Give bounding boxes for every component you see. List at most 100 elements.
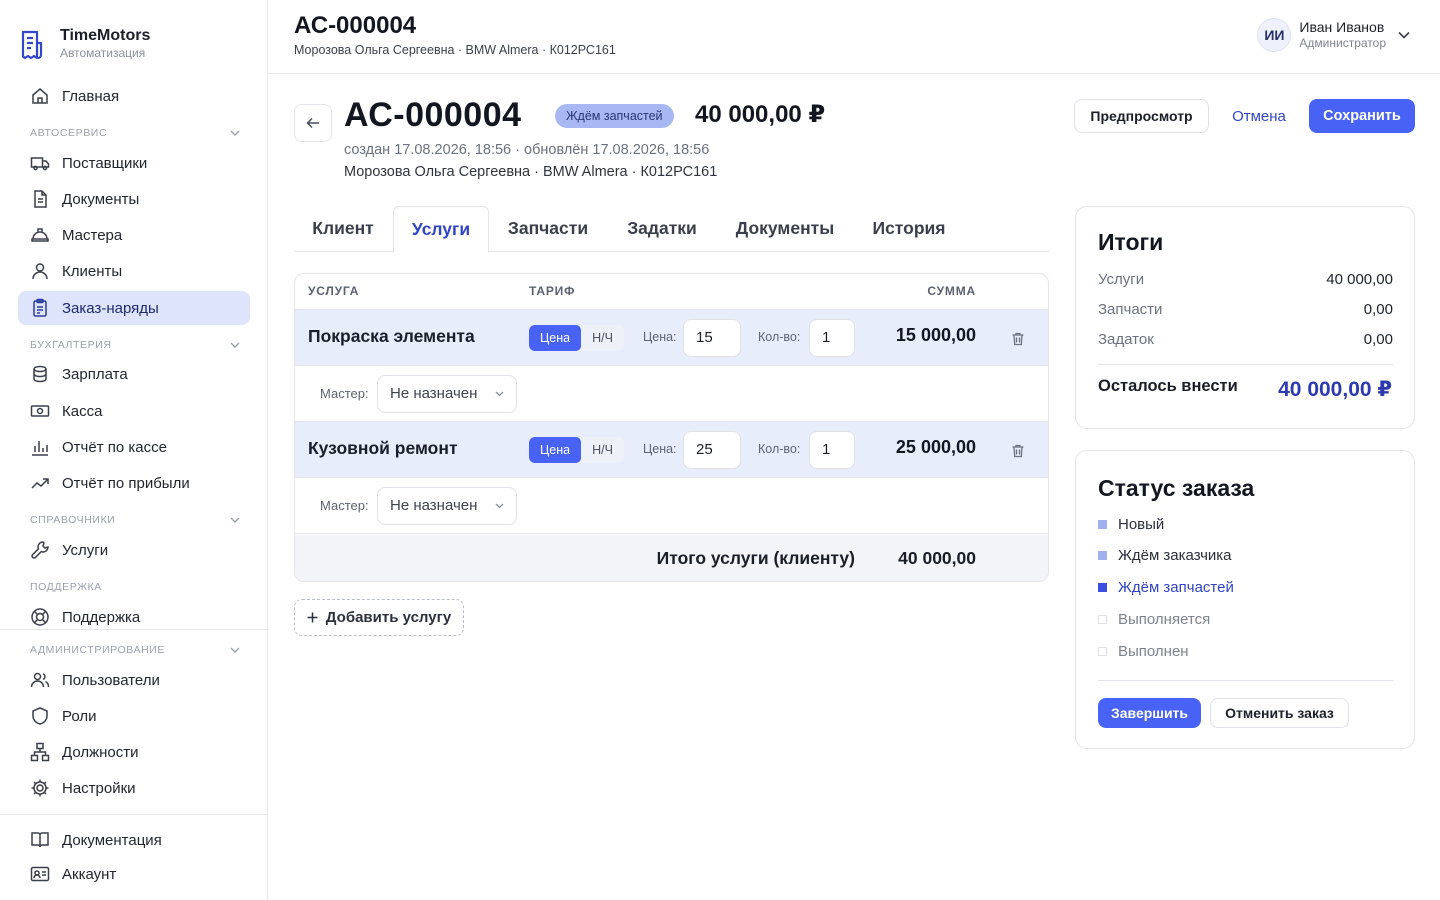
sidebar-item-salary[interactable]: Зарплата	[18, 357, 250, 391]
user-menu[interactable]: ИИ Иван Иванов Администратор	[1257, 18, 1410, 52]
status-step[interactable]: Выполнен	[1098, 643, 1189, 660]
add-service-button[interactable]: Добавить услугу	[294, 599, 464, 636]
sidebar-item-documents[interactable]: Документы	[18, 182, 250, 216]
qty-input[interactable]: 1	[809, 431, 855, 469]
price-input[interactable]: 15	[683, 319, 741, 357]
sidebar-item-orders[interactable]: Заказ-наряды	[18, 291, 250, 325]
status-step[interactable]: Новый	[1098, 516, 1164, 533]
sidebar-item-label: Поддержка	[62, 608, 141, 626]
tariff-option-hours[interactable]: Н/Ч	[581, 325, 624, 351]
tab-parts[interactable]: Запчасти	[490, 206, 606, 252]
sidebar-item-positions[interactable]: Должности	[18, 735, 250, 769]
trash-icon[interactable]	[1010, 443, 1026, 459]
sidebar-item-profit-report[interactable]: Отчёт по прибыли	[18, 466, 250, 500]
status-step[interactable]: Ждём заказчика	[1098, 547, 1232, 564]
user-name: Иван Иванов	[1299, 19, 1385, 35]
tariff-option-price[interactable]: Цена	[529, 325, 582, 351]
sidebar-item-home[interactable]: Главная	[18, 79, 250, 113]
section-autoservice[interactable]: АВТОСЕРВИС	[30, 127, 240, 139]
chevron-down-icon	[230, 130, 240, 136]
sidebar-item-label: Должности	[62, 743, 139, 761]
lifebuoy-icon	[30, 607, 50, 627]
tab-deposits[interactable]: Задатки	[608, 206, 716, 252]
sidebar-item-roles[interactable]: Роли	[18, 699, 250, 733]
preview-button[interactable]: Предпросмотр	[1074, 99, 1209, 133]
tab-documents[interactable]: Документы	[718, 206, 852, 252]
master-select[interactable]: Не назначен	[377, 375, 517, 413]
sidebar-item-users[interactable]: Пользователи	[18, 663, 250, 697]
master-value: Не назначен	[390, 497, 478, 514]
qty-input[interactable]: 1	[809, 319, 855, 357]
bar-chart-icon	[30, 437, 50, 457]
wrench-icon	[30, 540, 50, 560]
table-header: УСЛУГА ТАРИФ СУММА	[295, 274, 1048, 310]
sidebar-item-account[interactable]: Аккаунт	[18, 857, 250, 891]
user-role: Администратор	[1299, 36, 1386, 50]
brand-name: TimeMotors	[60, 27, 151, 44]
table-row: Покраска элемента Цена Н/Ч Цена: 15 Кол-…	[295, 310, 1048, 366]
section-admin[interactable]: АДМИНИСТРИРОВАНИЕ	[30, 644, 240, 656]
service-name: Покраска элемента	[308, 326, 475, 346]
sidebar-item-cash[interactable]: Касса	[18, 394, 250, 428]
remaining-label: Осталось внести	[1098, 377, 1238, 395]
cancel-button[interactable]: Отмена	[1222, 99, 1296, 133]
chevron-down-icon	[495, 376, 504, 412]
app-root: TimeMotors Автоматизация Главная АВТОСЕР…	[0, 0, 1440, 900]
totals-value: 0,00	[1363, 301, 1393, 318]
sidebar-item-services[interactable]: Услуги	[18, 533, 250, 567]
master-row: Мастер: Не назначен	[295, 366, 1048, 422]
sidebar-item-label: Роли	[62, 707, 97, 725]
status-marker	[1098, 583, 1107, 592]
sidebar: TimeMotors Автоматизация Главная АВТОСЕР…	[0, 0, 268, 900]
sidebar-item-label: Поставщики	[62, 154, 148, 172]
chevron-down-icon[interactable]	[1398, 31, 1410, 39]
tab-client[interactable]: Клиент	[294, 206, 392, 252]
sidebar-item-label: Заказ-наряды	[62, 299, 159, 317]
topbar: АС-000004 Морозова Ольга Сергеевна · BMW…	[268, 0, 1440, 74]
shield-icon	[30, 706, 50, 726]
sidebar-item-clients[interactable]: Клиенты	[18, 254, 250, 288]
section-references[interactable]: СПРАВОЧНИКИ	[30, 514, 240, 526]
status-step[interactable]: Ждём запчастей	[1098, 579, 1234, 596]
sidebar-item-label: Отчёт по кассе	[62, 438, 167, 456]
row-sum: 15 000,00	[895, 325, 976, 345]
tariff-option-hours[interactable]: Н/Ч	[581, 437, 624, 463]
status-marker	[1098, 647, 1107, 656]
master-select[interactable]: Не назначен	[377, 487, 517, 525]
price-input[interactable]: 25	[683, 431, 741, 469]
finish-button[interactable]: Завершить	[1098, 698, 1201, 728]
brand[interactable]: TimeMotors Автоматизация	[18, 26, 150, 61]
status-step[interactable]: Выполняется	[1098, 611, 1210, 628]
table-footer: Итого услуги (клиенту) 40 000,00	[295, 535, 1048, 581]
sidebar-item-label: Услуги	[62, 541, 109, 559]
trash-icon[interactable]	[1010, 331, 1026, 347]
column-header-service: УСЛУГА	[308, 284, 360, 298]
sidebar-item-docs[interactable]: Документация	[18, 823, 250, 857]
order-id: АС-000004	[344, 96, 522, 134]
tab-services[interactable]: Услуги	[393, 206, 489, 253]
sidebar-item-cash-report[interactable]: Отчёт по кассе	[18, 430, 250, 464]
helmet-icon	[30, 225, 50, 245]
cancel-order-button[interactable]: Отменить заказ	[1210, 698, 1349, 728]
sidebar-item-settings[interactable]: Настройки	[18, 771, 250, 805]
org-chart-icon	[30, 742, 50, 762]
sidebar-item-masters[interactable]: Мастера	[18, 218, 250, 252]
save-button[interactable]: Сохранить	[1309, 99, 1415, 133]
id-card-icon	[30, 864, 50, 884]
sidebar-item-label: Документация	[62, 831, 162, 849]
page-title: АС-000004	[294, 12, 417, 39]
sidebar-item-suppliers[interactable]: Поставщики	[18, 146, 250, 180]
clipboard-icon	[30, 298, 50, 318]
section-accounting[interactable]: БУХГАЛТЕРИЯ	[30, 339, 240, 351]
sidebar-item-label: Касса	[62, 402, 103, 420]
master-label: Мастер:	[320, 386, 369, 401]
services-total-label: Итого услуги (клиенту)	[656, 548, 855, 568]
totals-label: Услуги	[1098, 271, 1145, 288]
tariff-option-price[interactable]: Цена	[529, 437, 582, 463]
tab-history[interactable]: История	[854, 206, 964, 252]
back-button[interactable]	[294, 104, 332, 142]
sidebar-item-label: Клиенты	[62, 262, 123, 280]
table-row: Кузовной ремонт Цена Н/Ч Цена: 25 Кол-во…	[295, 422, 1048, 478]
brand-subtitle: Автоматизация	[60, 46, 146, 60]
totals-title: Итоги	[1098, 229, 1164, 255]
